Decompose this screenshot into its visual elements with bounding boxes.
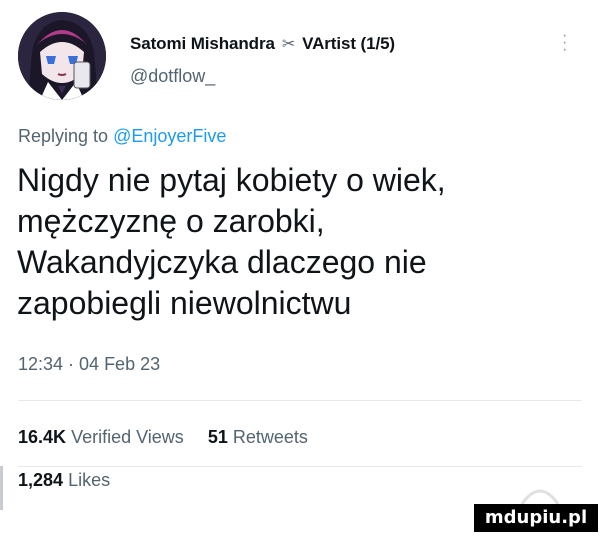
divider [18, 400, 582, 401]
likes-stat[interactable]: 1,284 Likes [18, 470, 110, 491]
engagement-stats: 16.4K Verified Views 51 Retweets [18, 427, 308, 448]
anime-avatar-icon [18, 12, 106, 100]
divider [18, 466, 582, 467]
likes-count[interactable]: 1,284 [18, 470, 63, 490]
views-label: Verified Views [71, 427, 184, 447]
tweet-text-line: mężczyznę o zarobki, [17, 203, 325, 239]
author-name[interactable]: Satomi Mishandra [130, 34, 275, 54]
tweet-text: Nigdy nie pytaj kobiety o wiek, mężczyzn… [17, 160, 577, 324]
edge-marker [0, 466, 3, 510]
more-vertical-icon[interactable]: · · · [562, 28, 567, 58]
views-count: 16.4K [18, 427, 67, 447]
retweets-label[interactable]: Retweets [233, 427, 308, 447]
scissors-icon: ✂ [281, 36, 296, 53]
replying-to: Replying to @EnjoyerFive [18, 126, 226, 147]
watermark-logo: mdupiu.pl [474, 504, 598, 532]
likes-label[interactable]: Likes [68, 470, 110, 490]
tweet-text-line: zapobiegli niewolnictwu [17, 285, 352, 321]
retweets-count[interactable]: 51 [208, 427, 228, 447]
reply-mention-link[interactable]: @EnjoyerFive [113, 126, 226, 146]
author-row: Satomi Mishandra ✂ VArtist (1/5) [130, 34, 395, 54]
tweet-text-line: Wakandyjczyka dlaczego nie [17, 244, 427, 280]
author-handle[interactable]: @dotflow_ [130, 66, 215, 87]
author-tag: VArtist (1/5) [302, 34, 395, 53]
avatar[interactable] [18, 12, 106, 100]
tweet-text-line: Nigdy nie pytaj kobiety o wiek, [17, 162, 446, 198]
reply-prefix: Replying to [18, 126, 114, 146]
tweet-timestamp[interactable]: 12:34 · 04 Feb 23 [18, 354, 160, 375]
watermark-decoration [520, 489, 560, 505]
